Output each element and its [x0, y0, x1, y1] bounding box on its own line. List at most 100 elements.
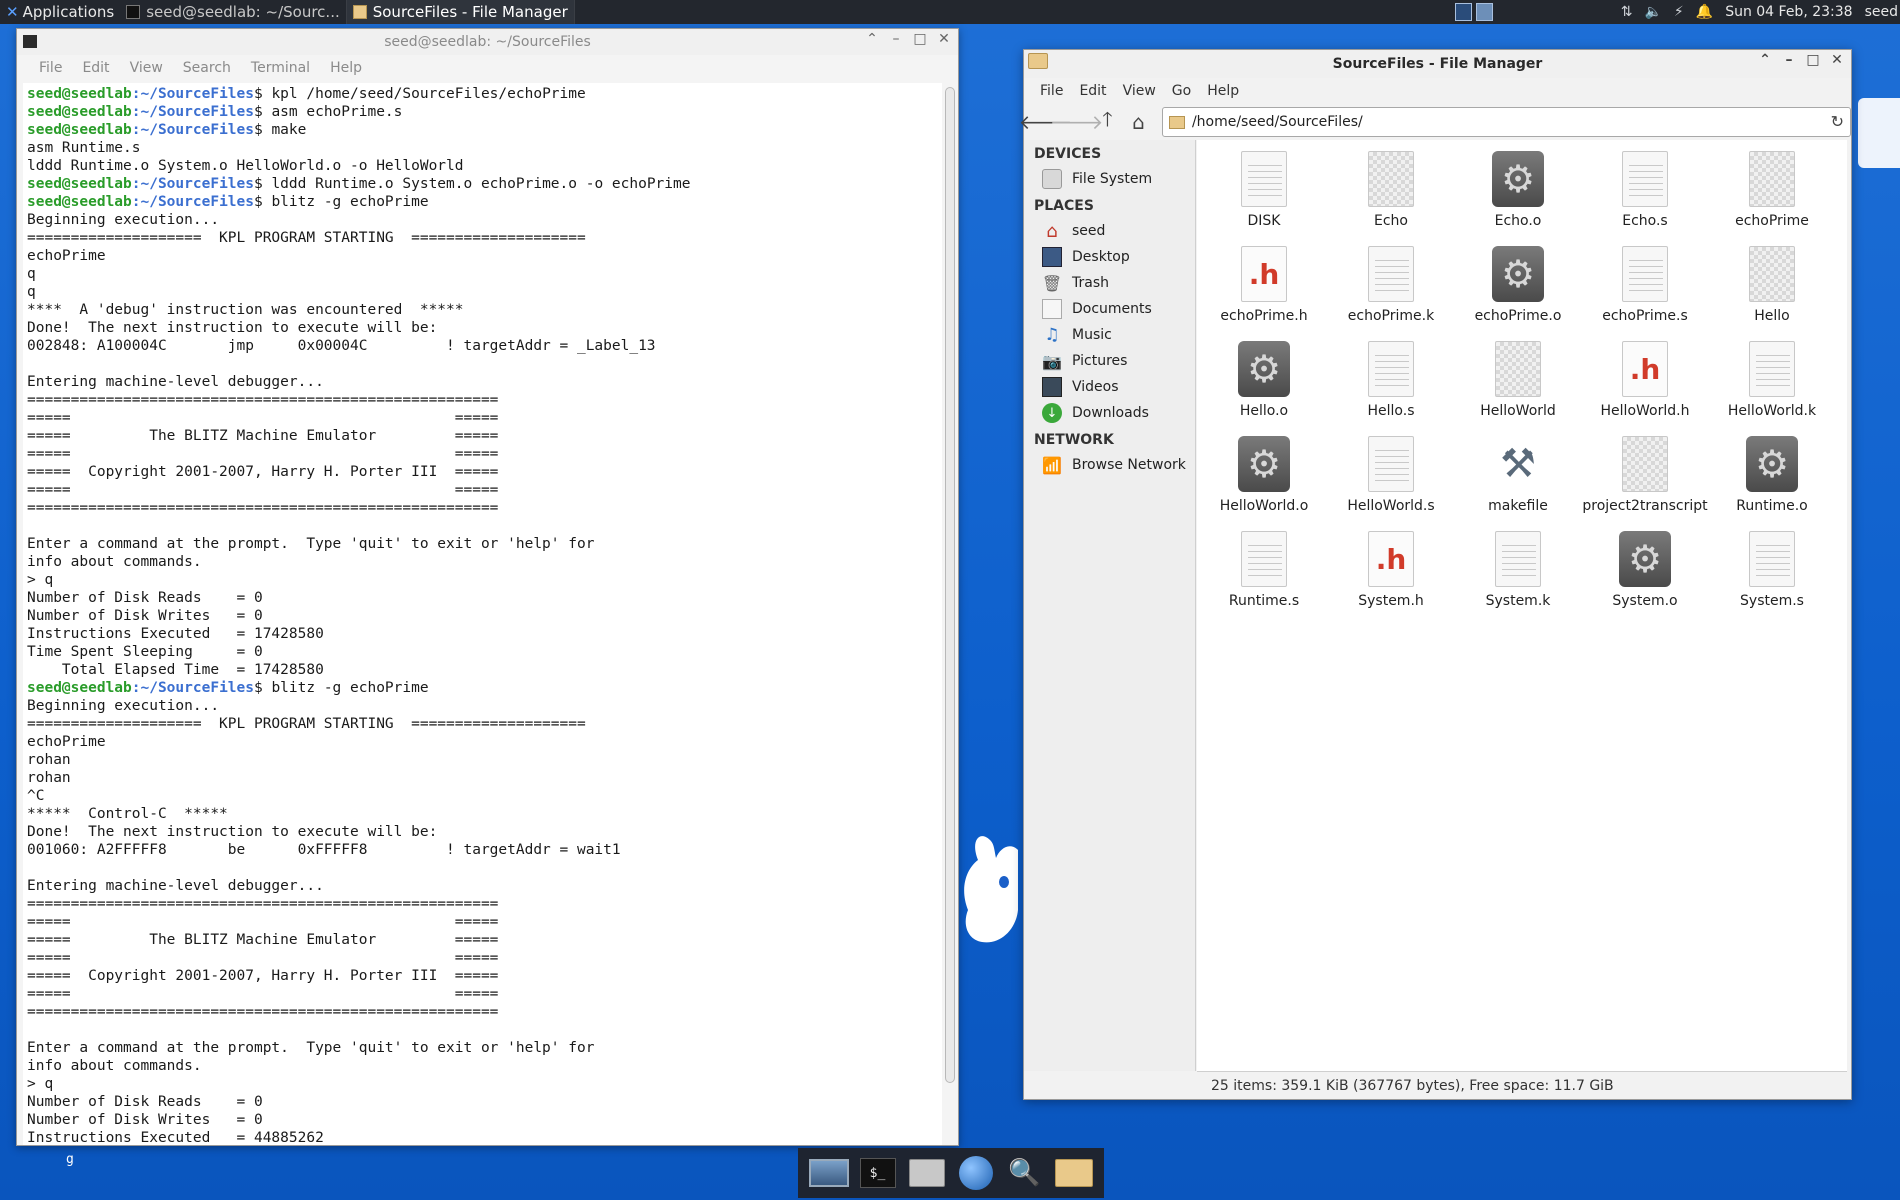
- menu-view[interactable]: View: [120, 60, 173, 76]
- user-menu[interactable]: seed: [1865, 4, 1898, 20]
- sidebar-item-pictures[interactable]: 📷 Pictures: [1024, 348, 1195, 374]
- documents-icon: [1042, 299, 1062, 319]
- menu-search[interactable]: Search: [173, 60, 241, 76]
- file-icon-wrapper: [1619, 150, 1671, 208]
- terminal-line: ===== The BLITZ Machine Emulator =====: [27, 931, 942, 949]
- file-item[interactable]: .h HelloWorld.h: [1582, 336, 1708, 428]
- shade-button[interactable]: ⌃: [1757, 52, 1773, 68]
- terminal-scrollbar[interactable]: [945, 87, 955, 1083]
- workspace-1[interactable]: [1454, 3, 1472, 21]
- address-bar[interactable]: /home/seed/SourceFiles/ ↻: [1161, 107, 1852, 137]
- minimize-button[interactable]: –: [1781, 52, 1797, 68]
- file-item[interactable]: echoPrime: [1709, 146, 1835, 238]
- maximize-button[interactable]: □: [912, 31, 928, 47]
- network-icon: 📶: [1042, 455, 1062, 475]
- dock-item-search[interactable]: 🔍: [1004, 1153, 1046, 1193]
- menu-view[interactable]: View: [1115, 83, 1164, 99]
- network-status-icon[interactable]: ⇅: [1621, 4, 1633, 20]
- menu-go[interactable]: Go: [1164, 83, 1199, 99]
- terminal-line: echoPrime: [27, 733, 942, 751]
- file-name: System.h: [1358, 593, 1424, 609]
- menu-file[interactable]: File: [1032, 83, 1071, 99]
- file-item[interactable]: System.k: [1455, 526, 1581, 618]
- notifications-bell-icon[interactable]: 🔔: [1696, 4, 1713, 20]
- taskbar-item-terminal[interactable]: seed@seedlab: ~/Sourc...: [120, 0, 347, 24]
- file-item[interactable]: HelloWorld: [1455, 336, 1581, 428]
- file-item[interactable]: echoPrime.s: [1582, 241, 1708, 333]
- file-item[interactable]: ⚙ Runtime.o: [1709, 431, 1835, 523]
- close-button[interactable]: ✕: [1829, 52, 1845, 68]
- dock-item-desktop[interactable]: [808, 1153, 850, 1193]
- sidebar-item-documents[interactable]: Documents: [1024, 296, 1195, 322]
- file-icon-wrapper: [1746, 150, 1798, 208]
- file-manager-titlebar[interactable]: SourceFiles - File Manager ⌃ – □ ✕: [1024, 50, 1851, 78]
- file-item[interactable]: ⚒ makefile: [1455, 431, 1581, 523]
- volume-muted-icon[interactable]: 🔈: [1644, 4, 1661, 20]
- file-item[interactable]: ⚙ HelloWorld.o: [1201, 431, 1327, 523]
- workspace-2[interactable]: [1475, 3, 1493, 21]
- object-file-gear-icon: ⚙: [1746, 436, 1798, 492]
- dock-item-terminal[interactable]: $_: [857, 1153, 899, 1193]
- file-item[interactable]: Hello.s: [1328, 336, 1454, 428]
- minimize-button[interactable]: –: [888, 31, 904, 47]
- home-icon[interactable]: ⌂: [1125, 109, 1152, 136]
- menu-help[interactable]: Help: [1199, 83, 1247, 99]
- sidebar-item-file-system[interactable]: File System: [1024, 166, 1195, 192]
- file-item[interactable]: DISK: [1201, 146, 1327, 238]
- power-icon[interactable]: ⚡: [1674, 4, 1684, 20]
- file-item[interactable]: HelloWorld.s: [1328, 431, 1454, 523]
- sidebar-item-trash[interactable]: 🗑 Trash: [1024, 270, 1195, 296]
- dock-item-home[interactable]: [906, 1153, 948, 1193]
- file-grid: DISK Echo ⚙ Echo.o Echo.s echoPrime .h echoPrim…: [1197, 140, 1847, 1071]
- menu-edit[interactable]: Edit: [72, 60, 119, 76]
- terminal-line: ========================================…: [27, 1003, 942, 1021]
- file-item[interactable]: Runtime.s: [1201, 526, 1327, 618]
- file-item[interactable]: .h echoPrime.h: [1201, 241, 1327, 333]
- terminal-line-text: Beginning execution...: [27, 698, 220, 714]
- sidebar-item-seed[interactable]: ⌂ seed: [1024, 218, 1195, 244]
- file-item[interactable]: System.s: [1709, 526, 1835, 618]
- file-item[interactable]: Echo: [1328, 146, 1454, 238]
- menu-terminal[interactable]: Terminal: [241, 60, 320, 76]
- terminal-menubar: File Edit View Search Terminal Help: [17, 55, 958, 81]
- menu-help[interactable]: Help: [320, 60, 372, 76]
- up-arrow-icon[interactable]: 🡑: [1094, 107, 1121, 136]
- file-item[interactable]: Echo.s: [1582, 146, 1708, 238]
- sidebar-item-desktop[interactable]: Desktop: [1024, 244, 1195, 270]
- file-item[interactable]: ⚙ System.o: [1582, 526, 1708, 618]
- prompt-path: :~/SourceFiles: [131, 176, 254, 192]
- file-item[interactable]: ⚙ Hello.o: [1201, 336, 1327, 428]
- file-icon-wrapper: ⚙: [1238, 340, 1290, 398]
- file-item[interactable]: HelloWorld.k: [1709, 336, 1835, 428]
- dock-item-web-browser[interactable]: [955, 1153, 997, 1193]
- file-item[interactable]: ⚙ Echo.o: [1455, 146, 1581, 238]
- terminal-line-text: Entering machine-level debugger...: [27, 374, 324, 390]
- file-item[interactable]: Hello: [1709, 241, 1835, 333]
- taskbar-item-file-manager[interactable]: SourceFiles - File Manager: [346, 0, 575, 24]
- sidebar-item-browse-network[interactable]: 📶 Browse Network: [1024, 452, 1195, 478]
- sidebar-item-videos[interactable]: Videos: [1024, 374, 1195, 400]
- menu-edit[interactable]: Edit: [1071, 83, 1114, 99]
- sidebar-item-label: Pictures: [1072, 353, 1128, 369]
- file-icon-wrapper: ⚙: [1492, 245, 1544, 303]
- terminal-titlebar[interactable]: seed@seedlab: ~/SourceFiles ⌃ – □ ✕: [17, 29, 958, 55]
- file-item[interactable]: .h System.h: [1328, 526, 1454, 618]
- file-item[interactable]: ⚙ echoPrime.o: [1455, 241, 1581, 333]
- reload-icon[interactable]: ↻: [1831, 112, 1844, 131]
- terminal-line: ===== =====: [27, 409, 942, 427]
- forward-arrow-icon[interactable]: 🡒: [1050, 109, 1104, 136]
- terminal-output[interactable]: seed@seedlab:~/SourceFiles$ kpl /home/se…: [23, 83, 942, 1145]
- file-item[interactable]: echoPrime.k: [1328, 241, 1454, 333]
- dock-item-folder[interactable]: [1053, 1153, 1095, 1193]
- sidebar-item-downloads[interactable]: ↓ Downloads: [1024, 400, 1195, 426]
- file-item[interactable]: project2transcript: [1582, 431, 1708, 523]
- applications-menu[interactable]: ✕ Applications: [0, 0, 120, 24]
- sidebar-item-music[interactable]: ♫ Music: [1024, 322, 1195, 348]
- shade-button[interactable]: ⌃: [864, 31, 880, 47]
- clock[interactable]: Sun 04 Feb, 23:38: [1725, 4, 1852, 20]
- maximize-button[interactable]: □: [1805, 52, 1821, 68]
- menu-file[interactable]: File: [29, 60, 72, 76]
- executable-file-icon: [1749, 151, 1795, 207]
- terminal-line: ===== The BLITZ Machine Emulator =====: [27, 427, 942, 445]
- close-button[interactable]: ✕: [936, 31, 952, 47]
